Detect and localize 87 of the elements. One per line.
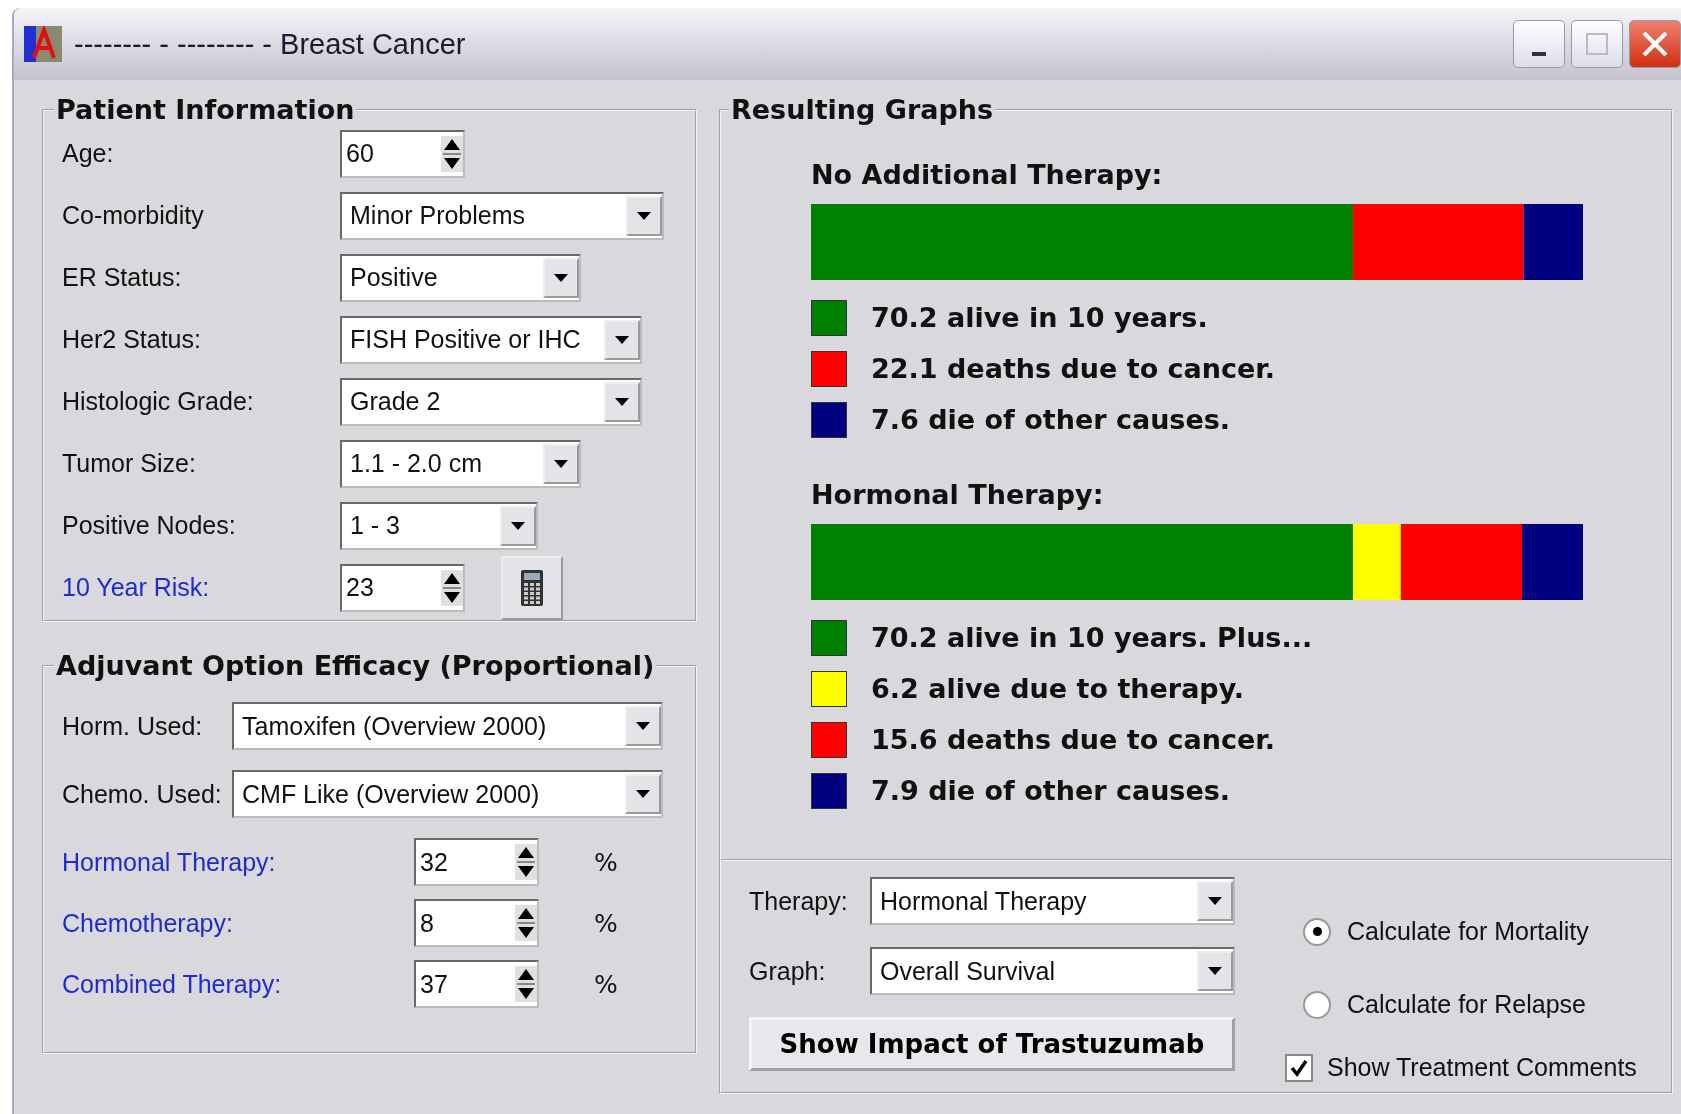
caret-down-icon [615, 397, 629, 406]
radio-option[interactable]: Calculate for Mortality [1285, 917, 1637, 946]
dropdown[interactable]: 1.1 - 2.0 cm [340, 439, 581, 488]
dropdown[interactable]: Minor Problems [340, 191, 664, 240]
spin-arrows-icon [515, 905, 537, 941]
group-title: Resulting Graphs [730, 94, 995, 125]
calculator-icon [520, 568, 544, 607]
radio-button[interactable] [1303, 917, 1331, 946]
dropdown[interactable]: Positive [340, 253, 581, 302]
dropdown-button[interactable] [500, 505, 536, 546]
minimize-button[interactable] [1513, 20, 1565, 68]
dropdown-button[interactable] [625, 774, 661, 814]
field-label: Co-morbidity [62, 201, 205, 230]
field-label: Horm. Used: [62, 711, 204, 741]
field-label: Hormonal Therapy: [62, 847, 277, 877]
legend-text: 70.2 alive in 10 years. Plus... [871, 622, 1313, 653]
dropdown-button[interactable] [1197, 951, 1233, 991]
legend-text: 6.2 alive due to therapy. [871, 673, 1245, 704]
calculator-button[interactable] [501, 555, 563, 620]
spin-field[interactable]: 60 [340, 129, 465, 178]
dropdown-button[interactable] [543, 443, 579, 484]
close-icon [1641, 30, 1669, 58]
caret-down-icon [511, 521, 525, 530]
field-label: ER Status: [62, 263, 183, 292]
caret-down-icon [1208, 897, 1222, 905]
spin-arrows-icon [515, 966, 537, 1002]
app-icon [24, 26, 62, 62]
legend-text: 7.6 die of other causes. [871, 404, 1231, 435]
group-title: Patient Information [55, 94, 356, 125]
field-label: Age: [62, 139, 115, 168]
caret-down-icon [554, 459, 568, 468]
unit-label: % [594, 847, 618, 877]
unit-label: % [594, 908, 618, 938]
close-button[interactable] [1629, 20, 1681, 68]
field-label: 10 Year Risk: [62, 573, 211, 602]
maximize-icon [1586, 33, 1608, 55]
dropdown-button[interactable] [604, 319, 640, 360]
dropdown-button[interactable] [625, 706, 661, 746]
caret-down-icon [1208, 967, 1222, 975]
spin-arrows-icon [441, 569, 463, 606]
maximize-button[interactable] [1571, 20, 1623, 68]
legend-text: 22.1 deaths due to cancer. [871, 353, 1276, 384]
dropdown-button[interactable] [543, 257, 579, 298]
caret-down-icon [636, 722, 650, 730]
dropdown[interactable]: Tamoxifen (Overview 2000) [232, 702, 663, 750]
spin-field[interactable]: 32 [414, 838, 539, 886]
field-label: Chemotherapy: [62, 908, 234, 938]
spin-arrows-icon [441, 135, 463, 172]
field-label: Her2 Status: [62, 325, 202, 354]
window-title: -------- - -------- - Breast Cancer [74, 27, 466, 61]
field-label: Tumor Size: [62, 449, 197, 478]
graph-title: No Additional Therapy: [811, 159, 1164, 190]
spin-field[interactable]: 23 [340, 563, 465, 612]
unit-label: % [594, 969, 618, 999]
spin-arrows-icon [515, 844, 537, 880]
dropdown-button[interactable] [604, 381, 640, 422]
dropdown[interactable]: Grade 2 [340, 377, 642, 426]
dropdown[interactable]: Hormonal Therapy [870, 877, 1235, 925]
field-label: Histologic Grade: [62, 387, 255, 416]
caret-down-icon [554, 273, 568, 282]
field-label: Positive Nodes: [62, 511, 237, 540]
legend-text: 15.6 deaths due to cancer. [871, 724, 1276, 755]
minimize-icon [1532, 51, 1546, 57]
dropdown[interactable]: FISH Positive or IHC [340, 315, 642, 364]
dropdown[interactable]: 1 - 3 [340, 501, 538, 550]
field-label: Chemo. Used: [62, 779, 223, 809]
field-label: Therapy: [749, 886, 849, 916]
radio-button[interactable] [1303, 990, 1331, 1019]
spin-field[interactable]: 37 [414, 960, 539, 1008]
checkbox[interactable] [1285, 1053, 1313, 1082]
show-impact-button[interactable]: Show Impact of Trastuzumab [749, 1017, 1235, 1071]
caret-down-icon [615, 335, 629, 344]
field-label: Combined Therapy: [62, 969, 283, 999]
radio-option[interactable]: Calculate for Relapse [1285, 990, 1637, 1019]
dropdown-button[interactable] [1197, 881, 1233, 921]
checkbox-option[interactable]: Show Treatment Comments [1285, 1053, 1637, 1082]
dropdown-button[interactable] [626, 195, 662, 236]
graph-title: Hormonal Therapy: [811, 479, 1105, 510]
dropdown[interactable]: CMF Like (Overview 2000) [232, 770, 663, 818]
legend-text: 7.9 die of other causes. [871, 775, 1231, 806]
spin-field[interactable]: 8 [414, 899, 539, 947]
field-label: Graph: [749, 956, 827, 986]
group-title: Adjuvant Option Efficacy (Proportional) [55, 650, 656, 681]
dropdown[interactable]: Overall Survival [870, 947, 1235, 995]
legend-text: 70.2 alive in 10 years. [871, 302, 1208, 333]
caret-down-icon [637, 211, 651, 220]
caret-down-icon [636, 790, 650, 798]
